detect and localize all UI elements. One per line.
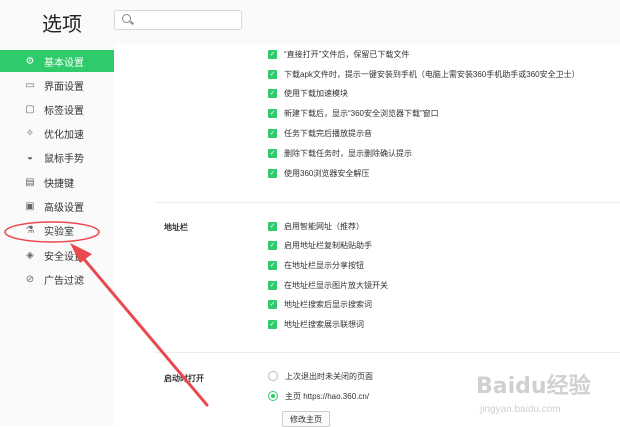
option-label: 地址栏搜索展示联想词 — [284, 319, 364, 329]
checkbox-checked[interactable]: ✓ — [268, 69, 277, 79]
sidebar: ⚙ 基本设置 ▭ 界面设置 ▢ 标签设置 ✧ 优化加速 ◒ 鼠标手势 ▤ 快捷键… — [0, 44, 114, 426]
section-divider — [154, 202, 620, 203]
addressbar-option[interactable]: ✓ 启用智能网址（推荐） — [268, 219, 364, 233]
search-box[interactable] — [114, 10, 242, 30]
option-label: 新建下载后，显示“360安全浏览器下载”窗口 — [284, 108, 439, 118]
startup-section-label: 启动时打开 — [164, 374, 204, 383]
option-label: 上次退出时未关闭的页面 — [285, 371, 373, 381]
download-option[interactable]: ✓ 任务下载完后播放提示音 — [268, 126, 372, 140]
sidebar-item-label: 高级设置 — [44, 202, 84, 214]
keyboard-icon: ▤ — [25, 176, 35, 188]
sidebar-item-label: 鼠标手势 — [44, 153, 84, 165]
rocket-icon: ✧ — [25, 127, 35, 139]
option-label: “直接打开”文件后，保留已下载文件 — [284, 49, 410, 59]
sidebar-item-security[interactable]: ◈ 安全设置 — [0, 244, 114, 266]
sidebar-item-mouse[interactable]: ◒ 鼠标手势 — [0, 146, 114, 168]
checkbox-checked[interactable]: ✓ — [268, 88, 277, 98]
sidebar-item-optimize[interactable]: ✧ 优化加速 — [0, 122, 114, 144]
checkbox-checked[interactable]: ✓ — [268, 148, 277, 158]
mouse-icon: ◒ — [26, 151, 34, 163]
window-title: 选项 — [42, 14, 82, 36]
sidebar-item-shortcuts[interactable]: ▤ 快捷键 — [0, 171, 114, 193]
block-icon: ⊘ — [25, 273, 35, 285]
option-label: 删除下载任务时，显示删除确认提示 — [284, 148, 412, 158]
sidebar-item-label: 基本设置 — [44, 57, 84, 69]
sidebar-item-label: 快捷键 — [44, 178, 74, 190]
tab-icon: ▢ — [25, 103, 35, 115]
window-icon: ▭ — [25, 79, 35, 91]
startup-option[interactable]: 主页 https://hao.360.cn/ — [268, 389, 369, 403]
sidebar-item-label: 广告过滤 — [44, 275, 84, 287]
addressbar-option[interactable]: ✓ 在地址栏显示分享按钮 — [268, 258, 364, 272]
addressbar-section-label: 地址栏 — [164, 223, 188, 232]
radio-checked[interactable] — [268, 391, 278, 401]
sidebar-item-adblock[interactable]: ⊘ 广告过滤 — [0, 268, 114, 290]
checkbox-checked[interactable]: ✓ — [268, 319, 277, 329]
baidu-watermark: Baidu经验 jingyan.baidu.com — [476, 368, 591, 415]
sidebar-item-label: 安全设置 — [44, 251, 84, 263]
checkbox-checked[interactable]: ✓ — [268, 221, 277, 231]
option-label: 在地址栏显示图片放大镜开关 — [284, 280, 388, 290]
sidebar-item-basic[interactable]: ⚙ 基本设置 — [0, 50, 114, 72]
sidebar-item-interface[interactable]: ▭ 界面设置 — [0, 74, 114, 96]
sidebar-item-label: 界面设置 — [44, 81, 84, 93]
checkbox-checked[interactable]: ✓ — [268, 299, 277, 309]
option-label: 使用下载加速模块 — [284, 88, 348, 98]
addressbar-option[interactable]: ✓ 地址栏搜索展示联想词 — [268, 317, 364, 331]
option-label: 在地址栏显示分享按钮 — [284, 260, 364, 270]
option-label: 使用360浏览器安全解压 — [284, 168, 370, 178]
section-divider — [154, 352, 620, 353]
sidebar-item-tabs[interactable]: ▢ 标签设置 — [0, 98, 114, 120]
download-option[interactable]: ✓ “直接打开”文件后，保留已下载文件 — [268, 47, 409, 61]
checkbox-checked[interactable]: ✓ — [268, 280, 277, 290]
option-label: 启用地址栏复制粘贴助手 — [284, 240, 372, 250]
checkbox-checked[interactable]: ✓ — [268, 240, 277, 250]
search-icon — [122, 14, 131, 23]
checkbox-checked[interactable]: ✓ — [268, 108, 277, 118]
startup-option[interactable]: 上次退出时未关闭的页面 — [268, 369, 373, 383]
gear-icon: ⚙ — [25, 55, 35, 67]
option-label: 任务下载完后播放提示音 — [284, 128, 372, 138]
sidebar-item-label: 标签设置 — [44, 105, 84, 117]
checkbox-checked[interactable]: ✓ — [268, 49, 277, 59]
download-option[interactable]: ✓ 新建下载后，显示“360安全浏览器下载”窗口 — [268, 106, 439, 120]
addressbar-option[interactable]: ✓ 地址栏搜索后显示搜索词 — [268, 297, 372, 311]
download-option[interactable]: ✓ 使用下载加速模块 — [268, 86, 348, 100]
addressbar-option[interactable]: ✓ 启用地址栏复制粘贴助手 — [268, 238, 372, 252]
option-label: 启用智能网址（推荐） — [284, 221, 364, 231]
option-label: 主页 https://hao.360.cn/ — [285, 391, 370, 401]
sidebar-item-label: 实验室 — [44, 226, 74, 238]
addressbar-option[interactable]: ✓ 在地址栏显示图片放大镜开关 — [268, 278, 388, 292]
flask-icon: ⚗ — [25, 224, 35, 236]
sidebar-item-label: 优化加速 — [44, 129, 84, 141]
title-bar: 选项 — [0, 0, 620, 44]
download-option[interactable]: ✓ 下载apk文件时，提示一键安装到手机（电脑上需安装360手机助手或360安全… — [268, 67, 580, 81]
option-label: 地址栏搜索后显示搜索词 — [284, 299, 372, 309]
download-option[interactable]: ✓ 使用360浏览器安全解压 — [268, 166, 369, 180]
shield-icon: ◈ — [26, 249, 34, 261]
checkbox-checked[interactable]: ✓ — [268, 260, 277, 270]
sidebar-item-advanced[interactable]: ▣ 高级设置 — [0, 195, 114, 217]
download-option[interactable]: ✓ 删除下载任务时，显示删除确认提示 — [268, 146, 412, 160]
watermark-brand: Baidu经验 — [476, 374, 591, 399]
change-homepage-button[interactable]: 修改主页 — [282, 411, 330, 427]
checkbox-checked[interactable]: ✓ — [268, 168, 277, 178]
search-input[interactable] — [137, 12, 239, 28]
watermark-url: jingyan.baidu.com — [480, 404, 561, 415]
radio-unchecked[interactable] — [268, 371, 278, 381]
advanced-icon: ▣ — [25, 200, 35, 212]
option-label: 下载apk文件时，提示一键安装到手机（电脑上需安装360手机助手或360安全卫士… — [284, 69, 580, 79]
sidebar-item-lab[interactable]: ⚗ 实验室 — [0, 219, 114, 241]
checkbox-checked[interactable]: ✓ — [268, 128, 277, 138]
